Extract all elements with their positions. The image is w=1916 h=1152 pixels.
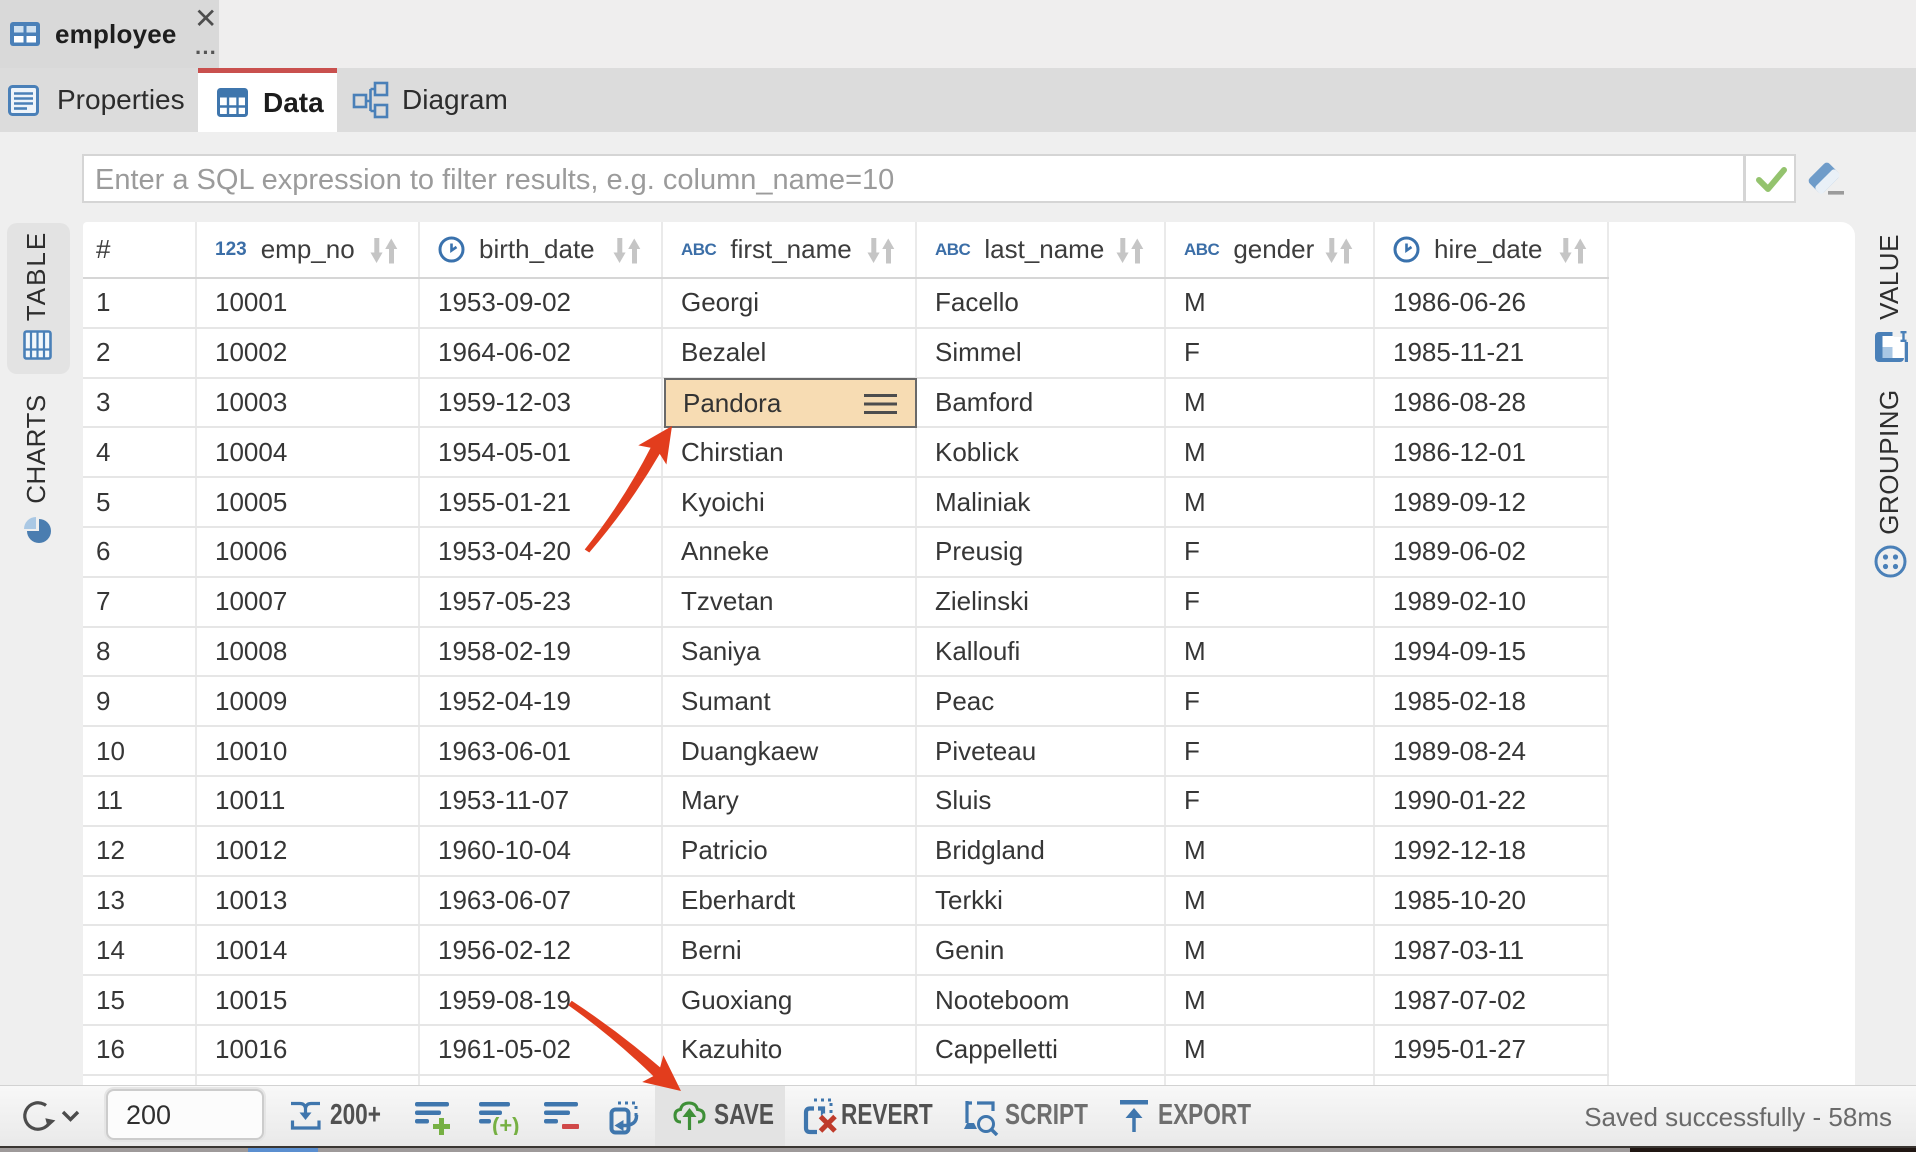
svg-text:(+): (+) — [492, 1113, 520, 1135]
